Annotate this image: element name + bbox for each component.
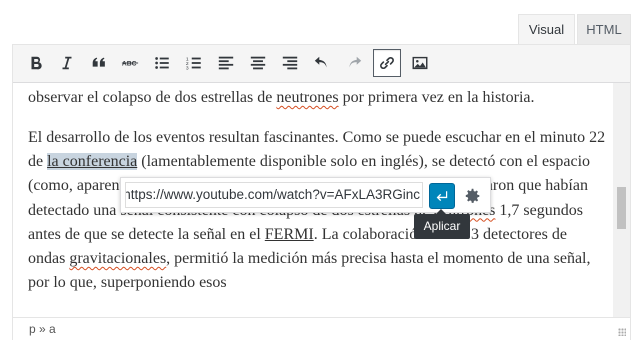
italic-icon[interactable] [53, 49, 81, 77]
image-icon[interactable] [406, 49, 434, 77]
blockquote-icon[interactable] [85, 49, 113, 77]
resize-grip-icon[interactable] [618, 328, 626, 336]
enter-icon [436, 191, 448, 202]
link-popup: https://www.youtube.com/watch?v=AFxLA3RG… [120, 177, 491, 213]
tab-visual[interactable]: Visual [518, 14, 575, 44]
spell-word: gravitacionales [69, 250, 167, 268]
tab-html[interactable]: HTML [577, 14, 631, 44]
link-url-input[interactable]: https://www.youtube.com/watch?v=AFxLA3RG… [125, 182, 423, 208]
selected-link[interactable]: la conferencia [47, 153, 138, 171]
align-right-icon[interactable] [276, 49, 304, 77]
element-path[interactable]: p » a [29, 322, 56, 336]
undo-icon[interactable] [308, 49, 336, 77]
bold-icon[interactable] [22, 49, 50, 77]
paragraph-1: observar el colapso de dos estrellas de … [28, 89, 535, 106]
align-center-icon[interactable] [244, 49, 272, 77]
link-icon[interactable] [373, 49, 401, 77]
scrollbar-thumb[interactable] [617, 187, 626, 229]
svg-text:ABC: ABC [122, 61, 137, 68]
toolbar: ABC 123 [13, 45, 630, 83]
gear-icon[interactable] [460, 183, 486, 209]
text-span: (lamentablemente disponible solo en ingl… [137, 153, 543, 171]
align-left-icon[interactable] [212, 49, 240, 77]
bullet-list-icon[interactable] [148, 49, 176, 77]
apply-button[interactable] [429, 183, 455, 209]
strikethrough-icon[interactable]: ABC [116, 49, 144, 77]
spell-word: neutrones [276, 89, 339, 106]
scrollbar[interactable] [613, 83, 630, 317]
redo-icon[interactable] [340, 49, 368, 77]
svg-text:3: 3 [186, 65, 189, 71]
link-url-text: https://www.youtube.com/watch?v=AFxLA3RG… [125, 187, 420, 202]
apply-tooltip: Aplicar [414, 209, 470, 239]
status-bar: p » a [13, 317, 630, 340]
numbered-list-icon[interactable]: 123 [180, 49, 208, 77]
fermi-link[interactable]: FERMI [265, 226, 314, 243]
